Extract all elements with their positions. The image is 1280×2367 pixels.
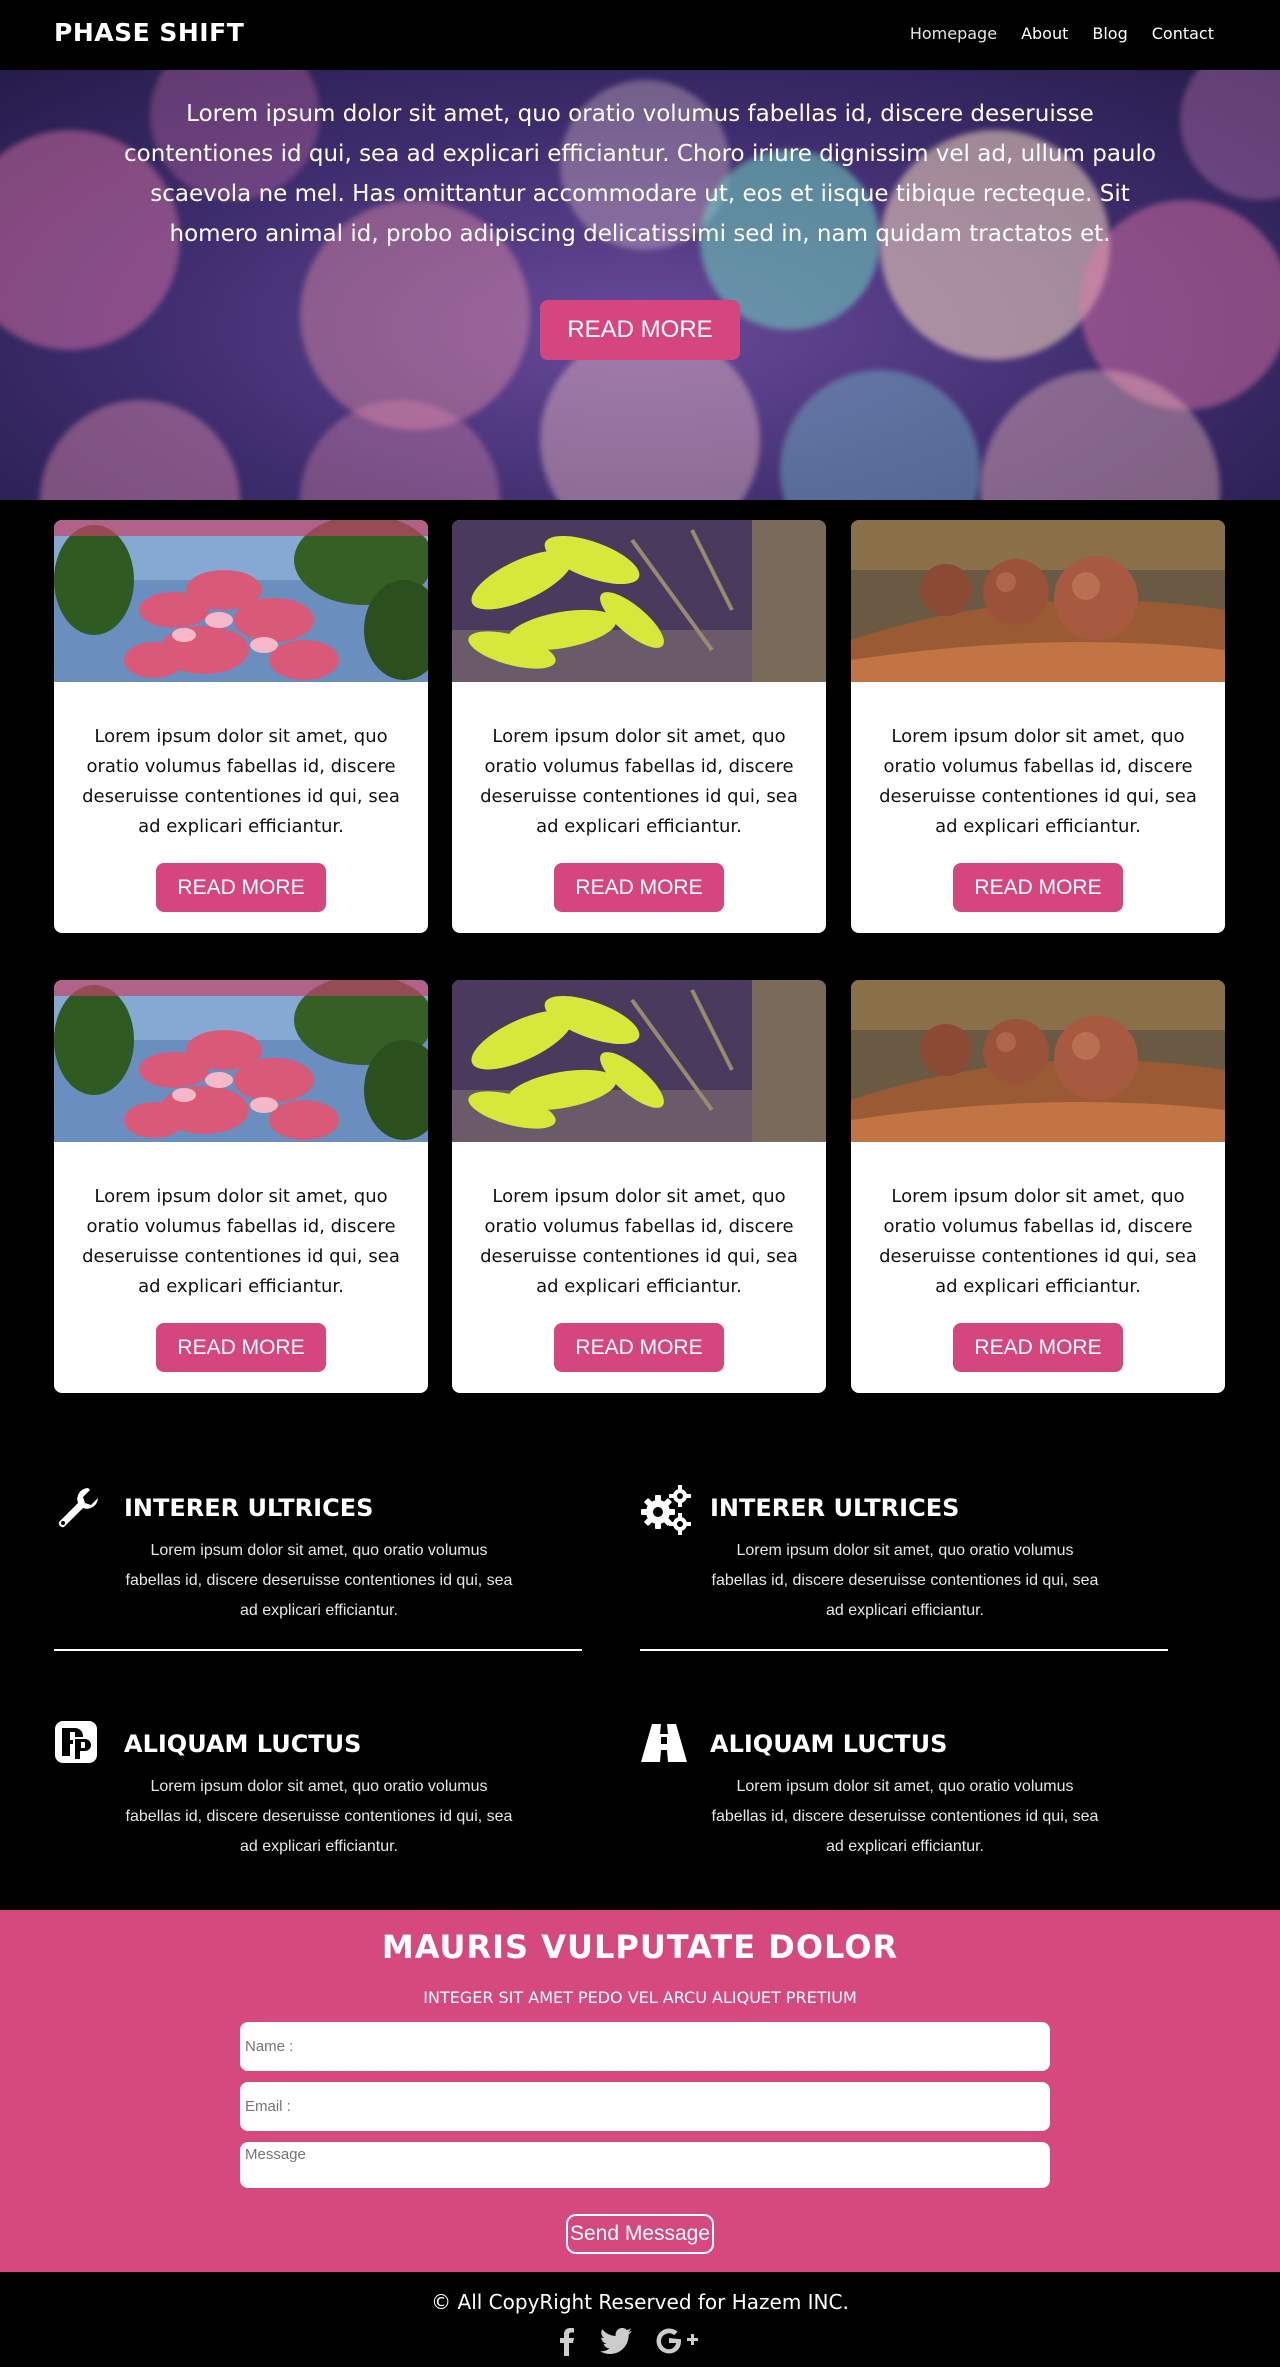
nav-item-about[interactable]: About — [1021, 24, 1068, 43]
card: Lorem ipsum dolor sit amet, quo oratio v… — [54, 980, 428, 1393]
wrench-icon — [54, 1484, 102, 1532]
card-read-more-button[interactable]: READ MORE — [953, 1323, 1123, 1372]
message-field[interactable] — [240, 2142, 1050, 2188]
card-read-more-button[interactable]: READ MORE — [554, 863, 724, 912]
pink-flower-photo — [54, 980, 428, 1142]
feature-text: Lorem ipsum dolor sit amet, quo oratio v… — [711, 1778, 1099, 1855]
feature-block: ALIQUAM LUCTUS Lorem ipsum dolor sit ame… — [54, 1720, 582, 1870]
card-read-more-button[interactable]: READ MORE — [953, 863, 1123, 912]
card: Lorem ipsum dolor sit amet, quo oratio v… — [851, 520, 1225, 933]
contact-title: MAURIS VULPUTATE DOLOR — [381, 1928, 899, 1966]
feature-title: INTERER ULTRICES — [710, 1494, 960, 1522]
card-read-more-button[interactable]: READ MORE — [156, 863, 326, 912]
feature-block: ALIQUAM LUCTUS Lorem ipsum dolor sit ame… — [640, 1720, 1168, 1870]
feature-title: INTERER ULTRICES — [124, 1494, 374, 1522]
site-footer: © All CopyRight Reserved for Hazem INC. — [0, 2272, 1280, 2367]
contact-subtitle: INTEGER SIT AMET PEDO VEL ARCU ALIQUET P… — [423, 1988, 857, 2007]
card-text: Lorem ipsum dolor sit amet, quo oratio v… — [879, 1186, 1197, 1297]
google-plus-icon[interactable] — [656, 2327, 698, 2355]
seed-pods-photo — [851, 980, 1225, 1142]
send-message-button[interactable]: Send Message — [566, 2214, 714, 2254]
nav-item-blog[interactable]: Blog — [1092, 24, 1127, 43]
feature-block: INTERER ULTRICES Lorem ipsum dolor sit a… — [54, 1484, 582, 1654]
feature-title: ALIQUAM LUCTUS — [710, 1730, 948, 1758]
feature-text: Lorem ipsum dolor sit amet, quo oratio v… — [711, 1542, 1099, 1619]
nav-item-homepage[interactable]: Homepage — [910, 24, 997, 43]
contact-section: MAURIS VULPUTATE DOLOR INTEGER SIT AMET … — [0, 1910, 1280, 2272]
card: Lorem ipsum dolor sit amet, quo oratio v… — [54, 520, 428, 933]
site-logo[interactable]: PHASE SHIFT — [54, 18, 244, 47]
feature-block: INTERER ULTRICES Lorem ipsum dolor sit a… — [640, 1484, 1168, 1654]
card: Lorem ipsum dolor sit amet, quo oratio v… — [851, 980, 1225, 1393]
divider — [640, 1649, 1168, 1651]
facebook-icon[interactable] — [556, 2326, 576, 2356]
card: Lorem ipsum dolor sit amet, quo oratio v… — [452, 520, 826, 933]
card-read-more-button[interactable]: READ MORE — [554, 1323, 724, 1372]
gears-icon — [640, 1484, 691, 1535]
seed-pods-photo — [851, 520, 1225, 682]
feature-text: Lorem ipsum dolor sit amet, quo oratio v… — [125, 1778, 513, 1855]
card-text: Lorem ipsum dolor sit amet, quo oratio v… — [480, 1186, 798, 1297]
site-header: PHASE SHIFT Homepage About Blog Contact — [0, 0, 1280, 70]
feature-text: Lorem ipsum dolor sit amet, quo oratio v… — [125, 1542, 513, 1619]
main-nav: Homepage About Blog Contact — [910, 24, 1214, 43]
road-icon — [640, 1720, 688, 1768]
product-hunt-icon — [54, 1720, 102, 1768]
nav-item-contact[interactable]: Contact — [1152, 24, 1214, 43]
card-text: Lorem ipsum dolor sit amet, quo oratio v… — [879, 726, 1197, 837]
hero-read-more-button[interactable]: READ MORE — [540, 300, 740, 360]
card-read-more-button[interactable]: READ MORE — [156, 1323, 326, 1372]
card-text: Lorem ipsum dolor sit amet, quo oratio v… — [82, 726, 400, 837]
social-links — [556, 2326, 698, 2356]
yellow-leaves-photo — [452, 980, 826, 1142]
name-field[interactable] — [240, 2022, 1050, 2071]
hero-banner: Lorem ipsum dolor sit amet, quo oratio v… — [0, 70, 1280, 500]
twitter-icon[interactable] — [600, 2328, 632, 2354]
email-field[interactable] — [240, 2082, 1050, 2131]
divider — [54, 1649, 582, 1651]
pink-flower-photo — [54, 520, 428, 682]
card-text: Lorem ipsum dolor sit amet, quo oratio v… — [480, 726, 798, 837]
copyright-text: © All CopyRight Reserved for Hazem INC. — [431, 2290, 849, 2314]
hero-text: Lorem ipsum dolor sit amet, quo oratio v… — [124, 101, 1156, 247]
card-text: Lorem ipsum dolor sit amet, quo oratio v… — [82, 1186, 400, 1297]
card: Lorem ipsum dolor sit amet, quo oratio v… — [452, 980, 826, 1393]
feature-title: ALIQUAM LUCTUS — [124, 1730, 362, 1758]
yellow-leaves-photo — [452, 520, 826, 682]
